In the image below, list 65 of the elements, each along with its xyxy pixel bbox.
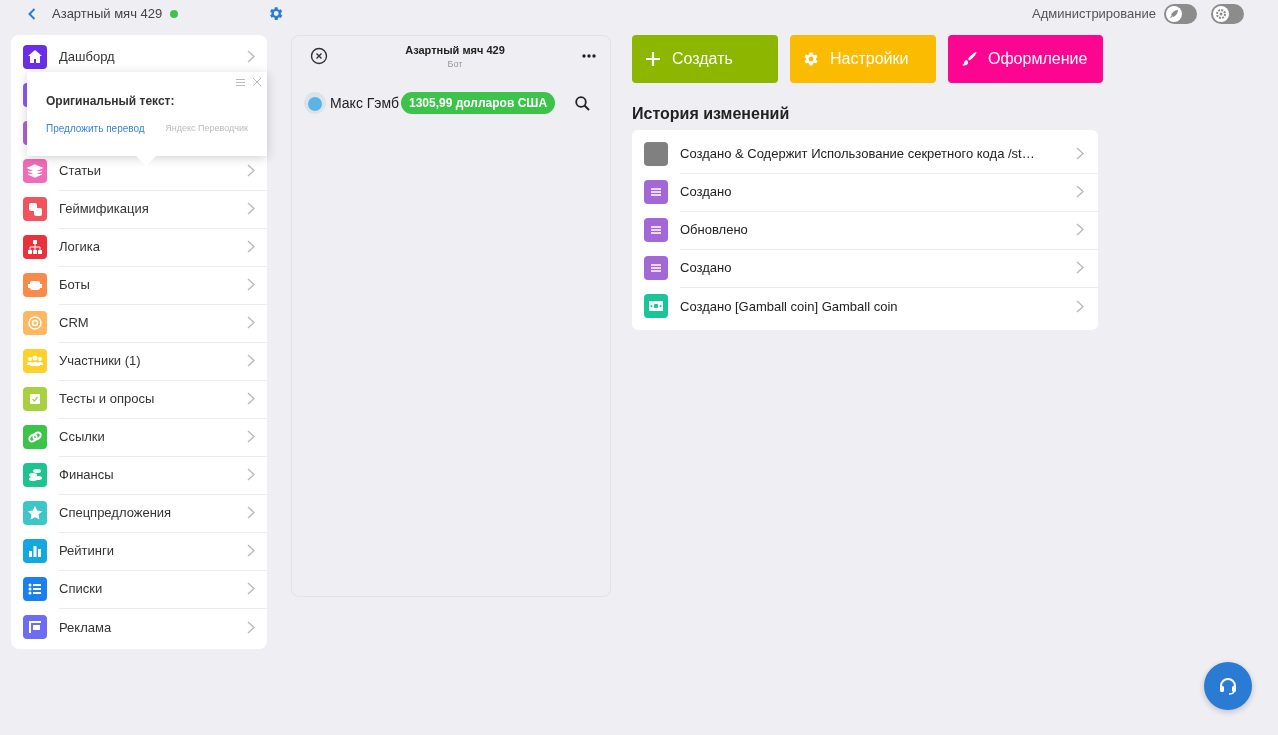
balance-badge: 1305,99 долларов США — [401, 92, 556, 114]
chevron-icon — [247, 582, 255, 595]
sidebar-item[interactable]: Рейтинги — [59, 543, 247, 558]
support-button[interactable] — [1204, 662, 1252, 710]
chevron-icon — [247, 620, 255, 634]
sidebar-item[interactable]: Дашборд — [59, 49, 247, 64]
chevron-icon — [247, 278, 255, 291]
project-name: Азартный мяч 429 — [52, 6, 163, 21]
chevron-icon — [247, 544, 255, 557]
chevron-icon — [1076, 261, 1084, 274]
sidebar-item[interactable]: Спецпредложения — [59, 505, 247, 520]
chat-subtitle: Бот — [447, 58, 463, 69]
popup-title: Оригинальный текст: — [46, 94, 175, 108]
chevron-icon — [247, 430, 255, 443]
chevron-icon — [247, 50, 255, 63]
sidebar-item[interactable]: CRM — [59, 315, 247, 330]
sidebar-item[interactable]: Реклама — [59, 619, 247, 635]
sidebar-item[interactable]: Ссылки — [59, 429, 247, 444]
plus-icon — [644, 51, 662, 67]
sidebar-item[interactable]: Логика — [59, 239, 247, 254]
history-item[interactable]: Обновлено — [680, 222, 1076, 237]
chevron-icon — [247, 354, 255, 367]
search-icon[interactable] — [575, 95, 590, 111]
toggle-switch[interactable] — [1164, 3, 1197, 24]
sidebar-item[interactable]: Тесты и опросы — [59, 391, 247, 406]
brush-icon — [960, 51, 978, 67]
chevron-icon — [247, 316, 255, 329]
section-title: История изменений — [632, 105, 791, 123]
gear-icon — [1215, 7, 1227, 20]
gear-icon — [802, 51, 820, 67]
sidebar-item[interactable]: Геймификация — [59, 201, 247, 216]
avatar-icon — [304, 92, 326, 114]
chevron-icon — [247, 164, 255, 177]
admin-label: Администрирование — [1032, 6, 1156, 21]
toggle-switch[interactable] — [1211, 3, 1244, 24]
sidebar-item[interactable]: Статьи — [59, 163, 247, 178]
back-icon[interactable] — [28, 7, 36, 20]
chevron-icon — [247, 202, 255, 215]
brand-label: Яндекс Переводчик — [165, 123, 248, 133]
rocket-icon — [1169, 8, 1179, 19]
close-icon[interactable] — [310, 47, 328, 65]
settings-icon[interactable] — [267, 5, 284, 22]
history-item[interactable]: Создано — [680, 260, 1076, 275]
sidebar-item[interactable]: Участники (1) — [59, 353, 247, 368]
history-item[interactable]: Создано [Gamball coin] Gamball coin — [680, 298, 1076, 314]
chevron-icon — [1076, 147, 1084, 160]
user-name: Макс Гэмб — [330, 95, 399, 111]
chevron-icon — [247, 506, 255, 519]
chevron-icon — [1076, 185, 1084, 198]
sidebar-item[interactable]: Финансы — [59, 467, 247, 482]
sidebar-item[interactable]: Боты — [59, 277, 247, 292]
chat-title: Азартный мяч 429 — [405, 43, 505, 56]
history-item[interactable]: Создано — [680, 184, 1076, 199]
chevron-icon — [247, 468, 255, 481]
chevron-icon — [1076, 223, 1084, 236]
suggest-link[interactable]: Предложить перевод — [46, 123, 145, 134]
headset-icon — [1217, 675, 1239, 697]
action-button[interactable]: Оформление — [948, 35, 1103, 83]
chevron-icon — [1076, 299, 1084, 313]
menu-icon[interactable] — [236, 78, 245, 86]
chevron-icon — [247, 392, 255, 405]
more-icon[interactable] — [582, 54, 596, 58]
history-item[interactable]: Создано & Содержит Использование секретного кода /st… — [680, 146, 1076, 161]
chevron-icon — [247, 240, 255, 253]
sidebar-item[interactable]: Списки — [59, 581, 247, 596]
